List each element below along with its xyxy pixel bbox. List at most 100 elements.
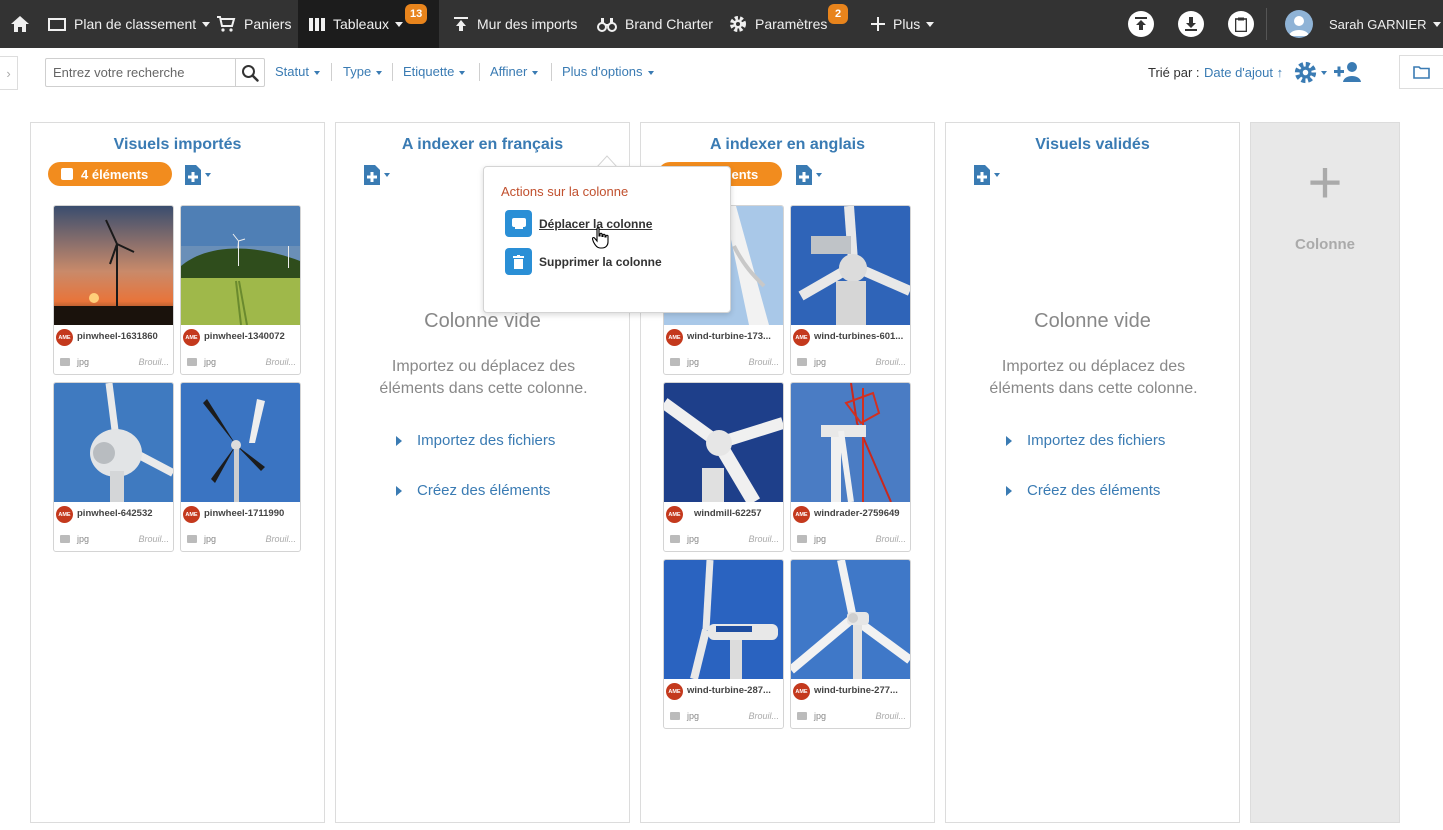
filter-affiner[interactable]: Affiner <box>490 64 539 79</box>
asset-card[interactable]: AME pinwheel-1711990 jpg Brouil... <box>180 382 301 552</box>
divider <box>479 63 480 81</box>
divider <box>392 63 393 81</box>
filter-type[interactable]: Type <box>343 64 383 79</box>
asset-thumbnail[interactable] <box>181 383 300 502</box>
create-elements-link[interactable]: Créez des éléments <box>1006 482 1160 499</box>
asset-status: Brouil... <box>265 357 296 367</box>
nav-plus[interactable]: Plus <box>871 0 935 48</box>
asset-card[interactable]: AME windmill-62257 jpg Brouil... <box>663 382 784 552</box>
asset-card[interactable]: AME windrader-2759649 jpg Brouil... <box>790 382 911 552</box>
image-icon <box>187 535 197 543</box>
asset-card[interactable]: AME pinwheel-1340072 jpg Brouil... <box>180 205 301 375</box>
link-label: Créez des éléments <box>417 482 551 499</box>
move-column-item[interactable]: Déplacer la colonne <box>505 210 652 237</box>
owner-avatar: AME <box>666 683 683 700</box>
asset-status: Brouil... <box>875 711 906 721</box>
asset-card[interactable]: AME wind-turbine-287... jpg Brouil... <box>663 559 784 729</box>
nav-label: Mur des imports <box>477 16 578 32</box>
asset-name: windmill-62257 <box>694 508 762 519</box>
add-user-button[interactable] <box>1334 61 1362 88</box>
element-count-pill[interactable]: 4 éléments <box>48 162 172 186</box>
search-input[interactable] <box>46 59 236 86</box>
column-title[interactable]: A indexer en anglais <box>641 136 934 154</box>
asset-thumbnail[interactable] <box>664 560 783 679</box>
delete-column-label: Supprimer la colonne <box>539 254 662 269</box>
filter-statut[interactable]: Statut <box>275 64 320 79</box>
chevron-down-icon <box>384 173 390 177</box>
nav-plan-de-classement[interactable]: Plan de classement <box>48 0 211 48</box>
add-file-icon <box>796 165 812 185</box>
column-title[interactable]: A indexer en français <box>336 136 629 154</box>
chevron-down-icon <box>1432 21 1441 27</box>
add-column-button[interactable]: + Colonne <box>1250 122 1400 823</box>
asset-thumbnail[interactable] <box>664 383 783 502</box>
element-count-label: 4 éléments <box>81 166 149 182</box>
column-title[interactable]: Visuels importés <box>31 136 324 154</box>
create-elements-link[interactable]: Créez des éléments <box>396 482 550 499</box>
folder-panel-button[interactable] <box>1399 55 1443 89</box>
asset-thumbnail[interactable] <box>54 206 173 325</box>
asset-thumbnail[interactable] <box>181 206 300 325</box>
image-icon <box>797 535 807 543</box>
empty-state-title: Colonne vide <box>1034 310 1151 332</box>
chevron-down-icon <box>816 173 822 177</box>
image-icon <box>60 535 70 543</box>
nav-mur-des-imports[interactable]: Mur des imports <box>453 0 577 48</box>
link-label: Importez des fichiers <box>1027 432 1166 449</box>
search-button[interactable] <box>235 59 264 86</box>
asset-name: windrader-2759649 <box>814 508 900 519</box>
owner-avatar: AME <box>666 329 683 346</box>
home-button[interactable] <box>10 0 38 48</box>
add-element-button[interactable] <box>973 164 1009 186</box>
add-file-icon <box>974 165 990 185</box>
column-title[interactable]: Visuels validés <box>946 136 1239 154</box>
asset-thumbnail[interactable] <box>791 560 910 679</box>
asset-status: Brouil... <box>748 534 779 544</box>
chevron-down-icon <box>459 70 466 75</box>
filter-label: Plus d'options <box>562 64 643 79</box>
delete-column-item[interactable]: Supprimer la colonne <box>505 248 662 275</box>
user-menu[interactable]: Sarah GARNIER <box>1329 0 1441 48</box>
sort-dropdown[interactable]: Date d'ajout ↑ <box>1204 65 1283 80</box>
add-element-button[interactable] <box>795 164 831 186</box>
add-element-button[interactable] <box>363 164 399 186</box>
download-button[interactable] <box>1178 11 1204 37</box>
upload-button[interactable] <box>1128 11 1154 37</box>
asset-card[interactable]: AME pinwheel-1631860 jpg Brouil... <box>53 205 174 375</box>
asset-type: jpg <box>814 711 827 721</box>
asset-name: wind-turbines-601... <box>814 331 904 342</box>
filter-label: Statut <box>275 64 309 79</box>
asset-type: jpg <box>77 534 90 544</box>
chevron-down-icon <box>532 70 539 75</box>
asset-status: Brouil... <box>748 711 779 721</box>
settings-button[interactable] <box>1294 61 1327 84</box>
select-all-checkbox[interactable] <box>61 168 73 180</box>
filter-plus-d-options[interactable]: Plus d'options <box>562 64 654 79</box>
asset-thumbnail[interactable] <box>791 383 910 502</box>
divider <box>331 63 332 81</box>
asset-card[interactable]: AME pinwheel-642532 jpg Brouil... <box>53 382 174 552</box>
nav-paniers[interactable]: Paniers <box>216 0 291 48</box>
asset-thumbnail[interactable] <box>791 206 910 325</box>
asset-thumbnail[interactable] <box>54 383 173 502</box>
hand-cursor-icon <box>592 227 609 249</box>
add-file-icon <box>364 165 380 185</box>
chevron-down-icon <box>376 70 383 75</box>
nav-brand-charter[interactable]: Brand Charter <box>597 0 713 48</box>
clipboard-button[interactable] <box>1228 11 1254 37</box>
asset-type: jpg <box>204 534 217 544</box>
board-column: Visuels importés 4 éléments AME pinwheel… <box>30 122 325 823</box>
sidebar-toggle[interactable]: › <box>0 56 18 90</box>
tableaux-badge: 13 <box>405 4 428 24</box>
avatar[interactable] <box>1285 10 1313 38</box>
asset-card[interactable]: AME wind-turbines-601... jpg Brouil... <box>790 205 911 375</box>
add-element-button[interactable] <box>184 164 220 186</box>
asset-type: jpg <box>687 357 700 367</box>
nav-label: Paramètres <box>755 16 828 32</box>
asset-card[interactable]: AME wind-turbine-277... jpg Brouil... <box>790 559 911 729</box>
import-files-link[interactable]: Importez des fichiers <box>396 432 555 449</box>
filter-etiquette[interactable]: Etiquette <box>403 64 466 79</box>
asset-type: jpg <box>77 357 90 367</box>
nav-parametres[interactable]: Paramètres <box>729 0 827 48</box>
import-files-link[interactable]: Importez des fichiers <box>1006 432 1165 449</box>
